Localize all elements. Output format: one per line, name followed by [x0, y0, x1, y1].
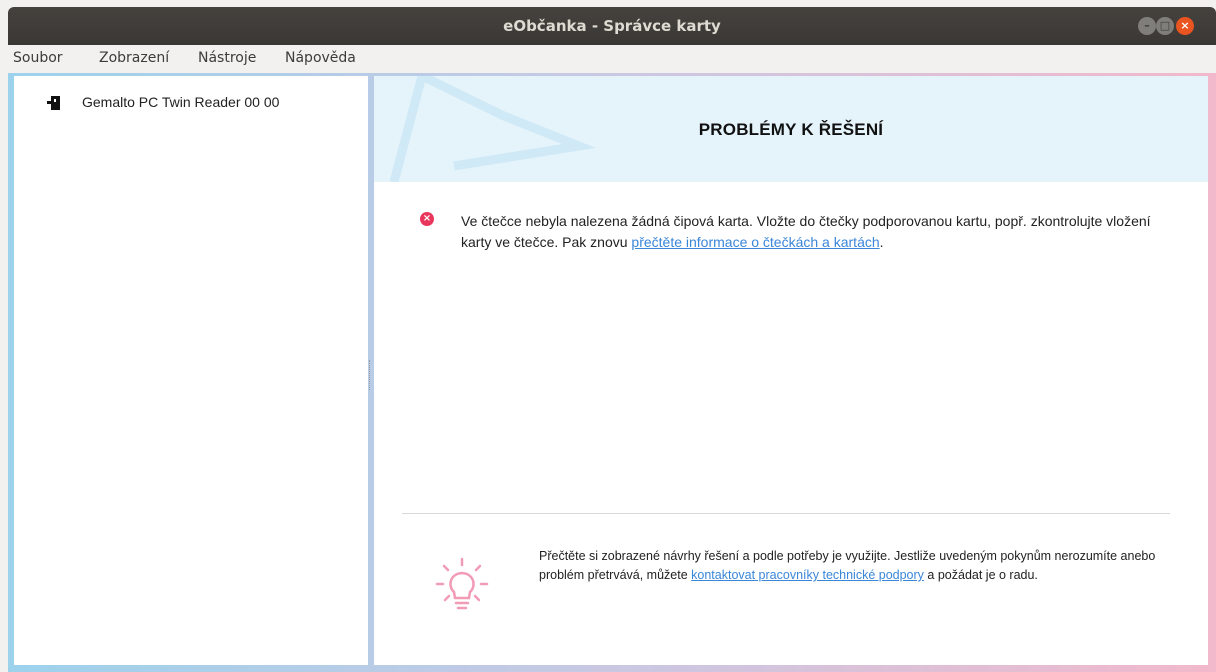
close-button[interactable]: ×	[1176, 17, 1194, 35]
menu-nastroje[interactable]: Nástroje	[198, 50, 256, 66]
hint-message: Přečtěte si zobrazené návrhy řešení a po…	[539, 547, 1159, 585]
title-bar[interactable]: eObčanka - Správce karty – □ ×	[8, 7, 1216, 45]
card-reader-icon	[47, 96, 60, 110]
menu-napoveda[interactable]: Nápověda	[285, 50, 356, 66]
minimize-icon: –	[1144, 19, 1150, 32]
tree-item-label: Gemalto PC Twin Reader 00 00	[82, 94, 280, 110]
divider	[402, 513, 1170, 514]
problems-banner: PROBLÉMY K ŘEŠENÍ	[374, 76, 1208, 182]
maximize-icon: □	[1159, 19, 1171, 32]
error-message: Ve čtečce nebyla nalezena žádná čipová k…	[461, 211, 1181, 253]
menu-zobrazeni[interactable]: Zobrazení	[99, 50, 169, 66]
maximize-button[interactable]: □	[1156, 17, 1174, 35]
page-title: PROBLÉMY K ŘEŠENÍ	[698, 120, 884, 139]
menu-soubor[interactable]: Soubor	[13, 50, 63, 66]
error-icon: ×	[420, 212, 434, 226]
minimize-button[interactable]: –	[1138, 17, 1156, 35]
close-icon: ×	[1180, 19, 1190, 32]
menu-bar: Soubor Zobrazení Nástroje Nápověda	[8, 45, 1216, 73]
lightbulb-icon	[435, 557, 489, 610]
hint-text-end: a požádat je o radu.	[923, 568, 1038, 582]
reader-tree-panel	[14, 76, 368, 665]
support-contact-link[interactable]: kontaktovat pracovníky technické podpory	[691, 568, 924, 582]
error-text-end: .	[879, 234, 884, 250]
panel-splitter[interactable]	[369, 360, 371, 390]
window-title: eObčanka - Správce karty	[503, 17, 721, 35]
problems-panel: PROBLÉMY K ŘEŠENÍ × Ve čtečce nebyla nal…	[374, 76, 1208, 665]
reader-info-link[interactable]: přečtěte informace o čtečkách a kartách	[631, 234, 879, 250]
